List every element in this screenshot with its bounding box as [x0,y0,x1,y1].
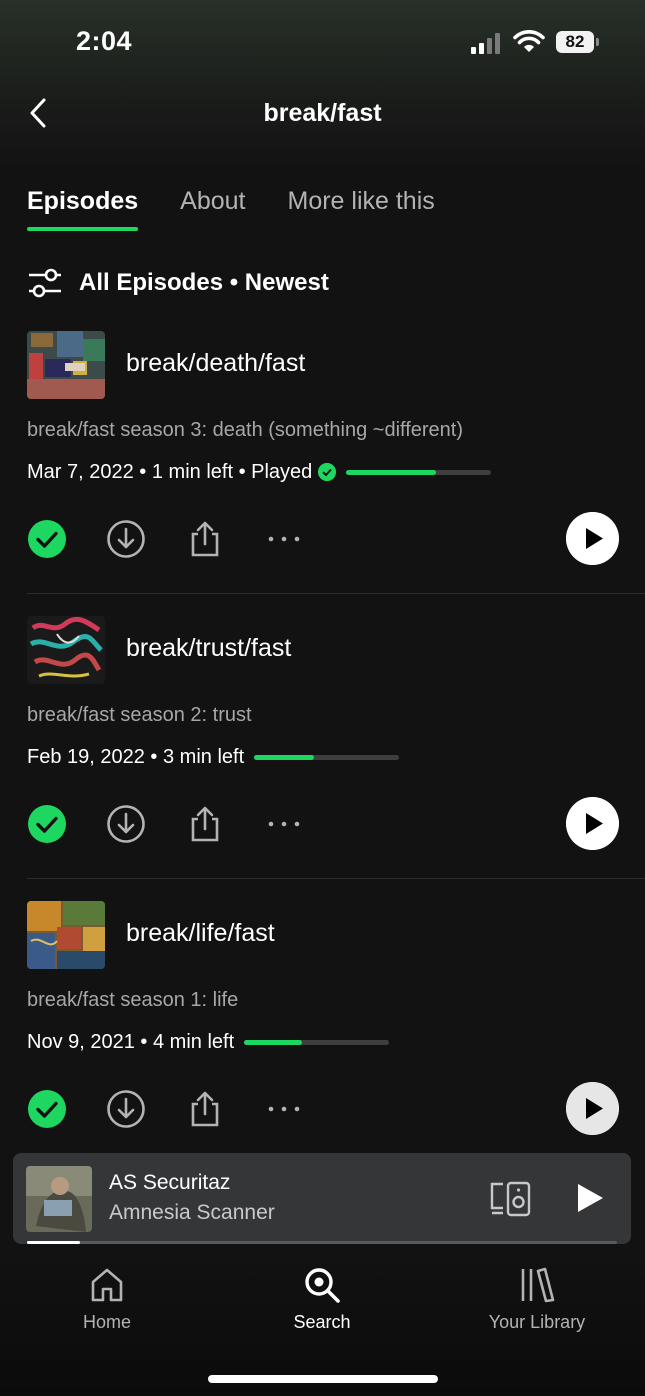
episode-title[interactable]: break/trust/fast [126,632,291,664]
connect-device-icon[interactable] [489,1181,531,1217]
mini-play-icon[interactable] [575,1182,605,1214]
status-bar: 2:04 82 [0,0,645,86]
status-time: 2:04 [76,26,133,56]
more-options-icon[interactable] [264,519,304,559]
download-icon[interactable] [106,804,146,844]
now-playing-artist: Amnesia Scanner [109,1201,275,1224]
tab-more-like-this[interactable]: More like this [288,183,435,233]
episode-date: Feb 19, 2022 [27,746,145,768]
bottom-navigation: Home Search Your Library [0,1248,645,1396]
episode-description: break/fast season 2: trust [27,704,252,726]
episode-filter[interactable]: All Episodes • Newest [27,268,329,298]
play-button[interactable] [566,512,619,565]
episode-item[interactable]: break/life/fast break/fast season 1: lif… [0,901,645,1186]
download-icon[interactable] [106,1089,146,1129]
episode-title[interactable]: break/death/fast [126,347,305,379]
episode-description: break/fast season 1: life [27,989,239,1011]
nav-search[interactable]: Search [242,1266,402,1333]
nav-home[interactable]: Home [27,1266,187,1333]
now-playing-progress-bar [27,1241,617,1244]
now-playing-progress-fill [27,1241,81,1244]
wifi-icon [513,30,545,52]
episode-actions [27,797,619,858]
episode-progress-bar [244,1039,390,1045]
download-icon[interactable] [106,519,146,559]
now-playing-title: AS Securitaz [109,1171,231,1194]
now-playing-artwork [26,1166,92,1232]
episode-description: break/fast season 3: death (something ~d… [27,419,464,441]
tab-about[interactable]: About [180,183,245,233]
tab-bar: Episodes About More like this [27,183,435,233]
page-title: break/fast [263,99,382,127]
episode-progress-fill [254,754,314,760]
episode-artwork [27,331,105,399]
episode-date: Nov 9, 2021 [27,1031,135,1053]
episode-progress-fill [244,1039,303,1045]
more-options-icon[interactable] [264,1089,304,1129]
episode-actions [27,512,619,573]
signal-icon [471,33,500,54]
library-icon [521,1267,555,1303]
share-icon[interactable] [185,804,225,844]
episode-title[interactable]: break/life/fast [126,917,275,949]
play-button[interactable] [566,797,619,850]
search-icon [305,1268,340,1303]
episode-divider [27,593,645,594]
home-icon [91,1268,123,1302]
episode-progress-bar [346,469,492,475]
filter-sliders-icon [29,268,61,298]
episode-meta: Nov 9, 2021 • 4 min left [27,1029,390,1055]
episode-time-left: 3 min left [163,746,245,768]
filter-label: All Episodes • Newest [79,269,329,296]
episode-date: Mar 7, 2022 [27,461,134,483]
more-options-icon[interactable] [264,804,304,844]
episode-progress-bar [254,754,400,760]
played-check-icon [318,463,337,481]
play-button[interactable] [566,1082,619,1135]
home-indicator [208,1375,438,1383]
episode-actions [27,1082,619,1143]
nav-search-label: Search [293,1312,351,1332]
now-playing-bar[interactable]: AS Securitaz Amnesia Scanner [13,1153,631,1244]
share-icon[interactable] [185,519,225,559]
nav-home-label: Home [82,1312,131,1332]
meta-separator: • [233,461,252,483]
episode-item[interactable]: break/death/fast break/fast season 3: de… [0,331,645,616]
battery-indicator: 82 [556,31,594,53]
share-icon[interactable] [185,1089,225,1129]
added-check-icon[interactable] [27,519,67,559]
episode-item[interactable]: break/trust/fast break/fast season 2: tr… [0,616,645,901]
episode-artwork [27,901,105,969]
added-check-icon[interactable] [27,804,67,844]
played-status: Played [251,459,337,485]
episode-time-left: 4 min left [152,1031,235,1053]
added-check-icon[interactable] [27,1089,67,1129]
episode-artwork [27,616,105,684]
episode-progress-fill [346,469,437,475]
tab-episodes[interactable]: Episodes [27,183,139,233]
meta-separator: • [144,746,163,768]
episode-divider [27,878,645,879]
episode-meta: Mar 7, 2022 • 1 min left • Played [27,459,492,485]
battery-tip [596,38,599,46]
meta-separator: • [134,1031,153,1053]
episode-time-left: 1 min left [151,461,234,483]
nav-library-label: Your Library [488,1312,586,1332]
nav-your-library[interactable]: Your Library [457,1266,617,1333]
meta-separator: • [133,461,152,483]
played-label: Played [251,461,313,483]
episode-meta: Feb 19, 2022 • 3 min left [27,744,400,770]
